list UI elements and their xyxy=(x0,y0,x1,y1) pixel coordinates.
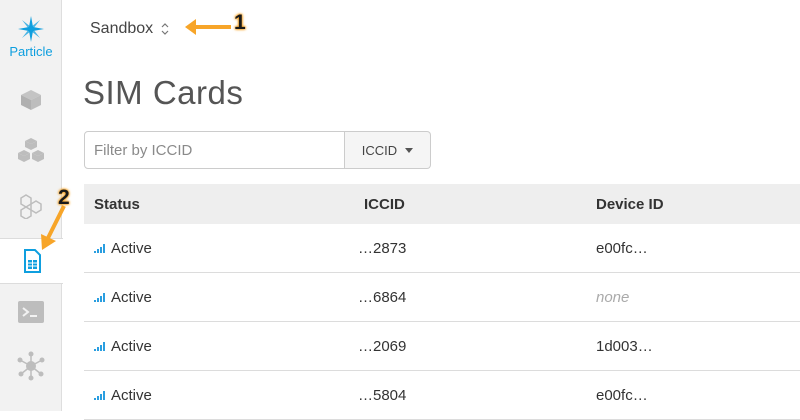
iccid-cell: …6864 xyxy=(354,272,586,322)
sidebar-item-devices[interactable] xyxy=(0,129,62,173)
status-text: Active xyxy=(111,337,152,355)
particle-star-icon xyxy=(18,16,44,42)
cubes-icon xyxy=(18,138,44,162)
annotation-number-1: 1 xyxy=(234,11,246,34)
particle-logo[interactable]: Particle xyxy=(0,16,62,59)
network-icon xyxy=(17,351,45,381)
column-header-iccid[interactable]: ICCID xyxy=(354,184,586,224)
table-row[interactable]: Active …2069 1d003… xyxy=(84,321,800,371)
column-header-status[interactable]: Status xyxy=(84,184,354,224)
device-id-cell: e00fc… xyxy=(586,370,800,420)
terminal-icon xyxy=(18,301,44,323)
logo-label: Particle xyxy=(9,44,53,59)
signal-icon xyxy=(94,341,105,351)
column-header-device-id[interactable]: Device ID xyxy=(586,184,800,224)
table-row[interactable]: Active …2873 e00fc… xyxy=(84,224,800,273)
table-row[interactable]: Active …6864 none xyxy=(84,272,800,322)
iccid-filter-input[interactable] xyxy=(84,131,345,169)
status-text: Active xyxy=(111,386,152,404)
signal-icon xyxy=(94,243,105,253)
status-text: Active xyxy=(111,239,152,257)
status-text: Active xyxy=(111,288,152,306)
annotation-number-2: 2 xyxy=(58,186,70,209)
org-name: Sandbox xyxy=(90,20,154,37)
sim-cards-table: Status ICCID Device ID Active …2873 e00f… xyxy=(84,184,800,420)
table-header-row: Status ICCID Device ID xyxy=(84,184,800,224)
signal-icon xyxy=(94,390,105,400)
sidebar-item-console[interactable] xyxy=(0,290,62,334)
iccid-cell: …5804 xyxy=(354,370,586,420)
sim-card-icon xyxy=(23,249,41,273)
iccid-cell: …2069 xyxy=(354,321,586,371)
device-id-cell: e00fc… xyxy=(586,224,800,273)
table-row[interactable]: Active …5804 e00fc… xyxy=(84,370,800,420)
signal-icon xyxy=(94,292,105,302)
caret-down-icon xyxy=(405,147,414,153)
device-id-cell: 1d003… xyxy=(586,321,800,371)
cube-icon xyxy=(21,90,41,110)
iccid-cell: …2873 xyxy=(354,224,586,273)
main-content: Sandbox SIM Cards ICCID Status ICCID Dev… xyxy=(63,0,800,420)
filter-field-select[interactable]: ICCID xyxy=(345,131,431,169)
annotation-arrow-1 xyxy=(185,19,231,35)
sidebar-item-integrations[interactable] xyxy=(0,344,62,388)
sidebar-item-products[interactable] xyxy=(0,78,62,122)
chevron-up-down-icon xyxy=(161,23,169,35)
org-switcher[interactable]: Sandbox xyxy=(90,20,169,38)
page-title: SIM Cards xyxy=(83,74,244,111)
filter-field-value: ICCID xyxy=(361,142,398,158)
annotation-arrow-2 xyxy=(41,205,66,250)
device-id-cell: none xyxy=(586,272,800,322)
filter-bar: ICCID xyxy=(84,131,431,169)
